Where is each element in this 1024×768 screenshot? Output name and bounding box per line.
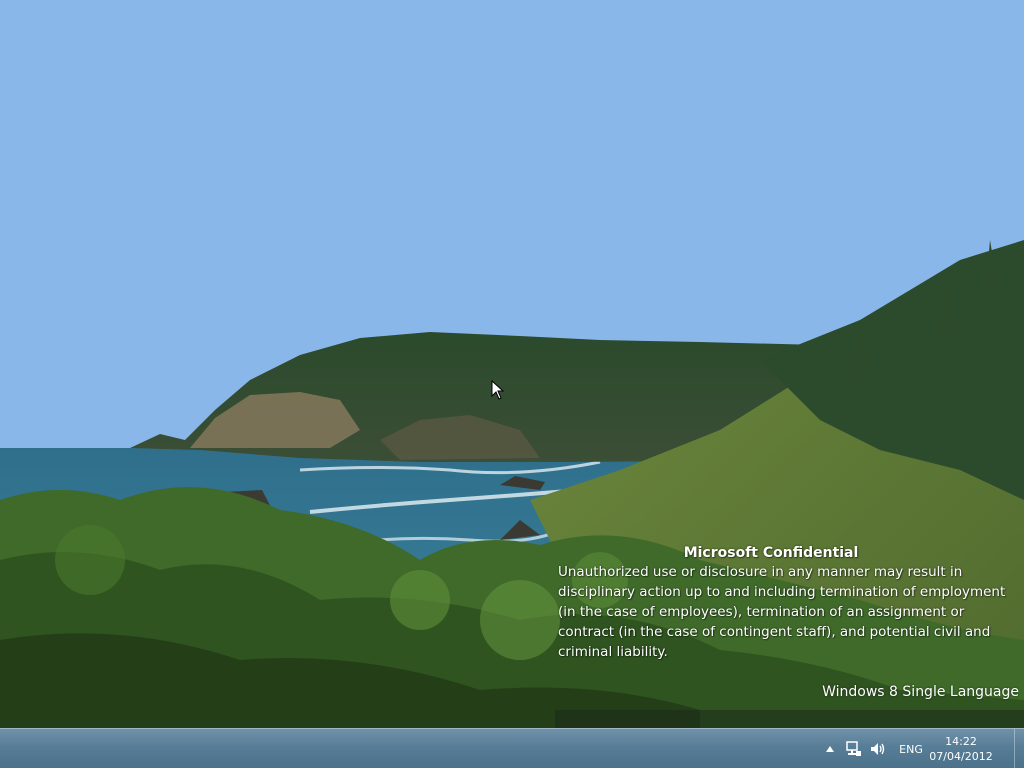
watermark-title: Microsoft Confidential bbox=[683, 545, 859, 561]
volume-button[interactable] bbox=[868, 729, 888, 768]
clock-button[interactable]: 14:22 07/04/2012 bbox=[929, 729, 993, 768]
network-icon bbox=[846, 741, 861, 756]
watermark-body: Unauthorized use or disclosure in any ma… bbox=[558, 564, 1006, 660]
input-language-button[interactable]: ENG bbox=[896, 729, 926, 768]
show-desktop-button[interactable] bbox=[1014, 729, 1024, 768]
volume-icon bbox=[871, 743, 885, 755]
desktop[interactable]: Microsoft Confidential Unauthorized use … bbox=[0, 0, 1024, 728]
clock-time: 14:22 bbox=[945, 735, 977, 748]
taskbar[interactable]: ENG 14:22 07/04/2012 bbox=[0, 728, 1024, 768]
chevron-up-icon bbox=[826, 746, 834, 752]
mouse-cursor-icon bbox=[491, 380, 505, 400]
show-hidden-icons-button[interactable] bbox=[822, 729, 838, 768]
network-button[interactable] bbox=[844, 729, 864, 768]
clock-date: 07/04/2012 bbox=[929, 750, 993, 763]
windows-edition-label: Windows 8 Single Language bbox=[822, 684, 1019, 700]
confidential-watermark: Microsoft Confidential Unauthorized use … bbox=[553, 544, 1023, 662]
language-label: ENG bbox=[899, 742, 923, 756]
